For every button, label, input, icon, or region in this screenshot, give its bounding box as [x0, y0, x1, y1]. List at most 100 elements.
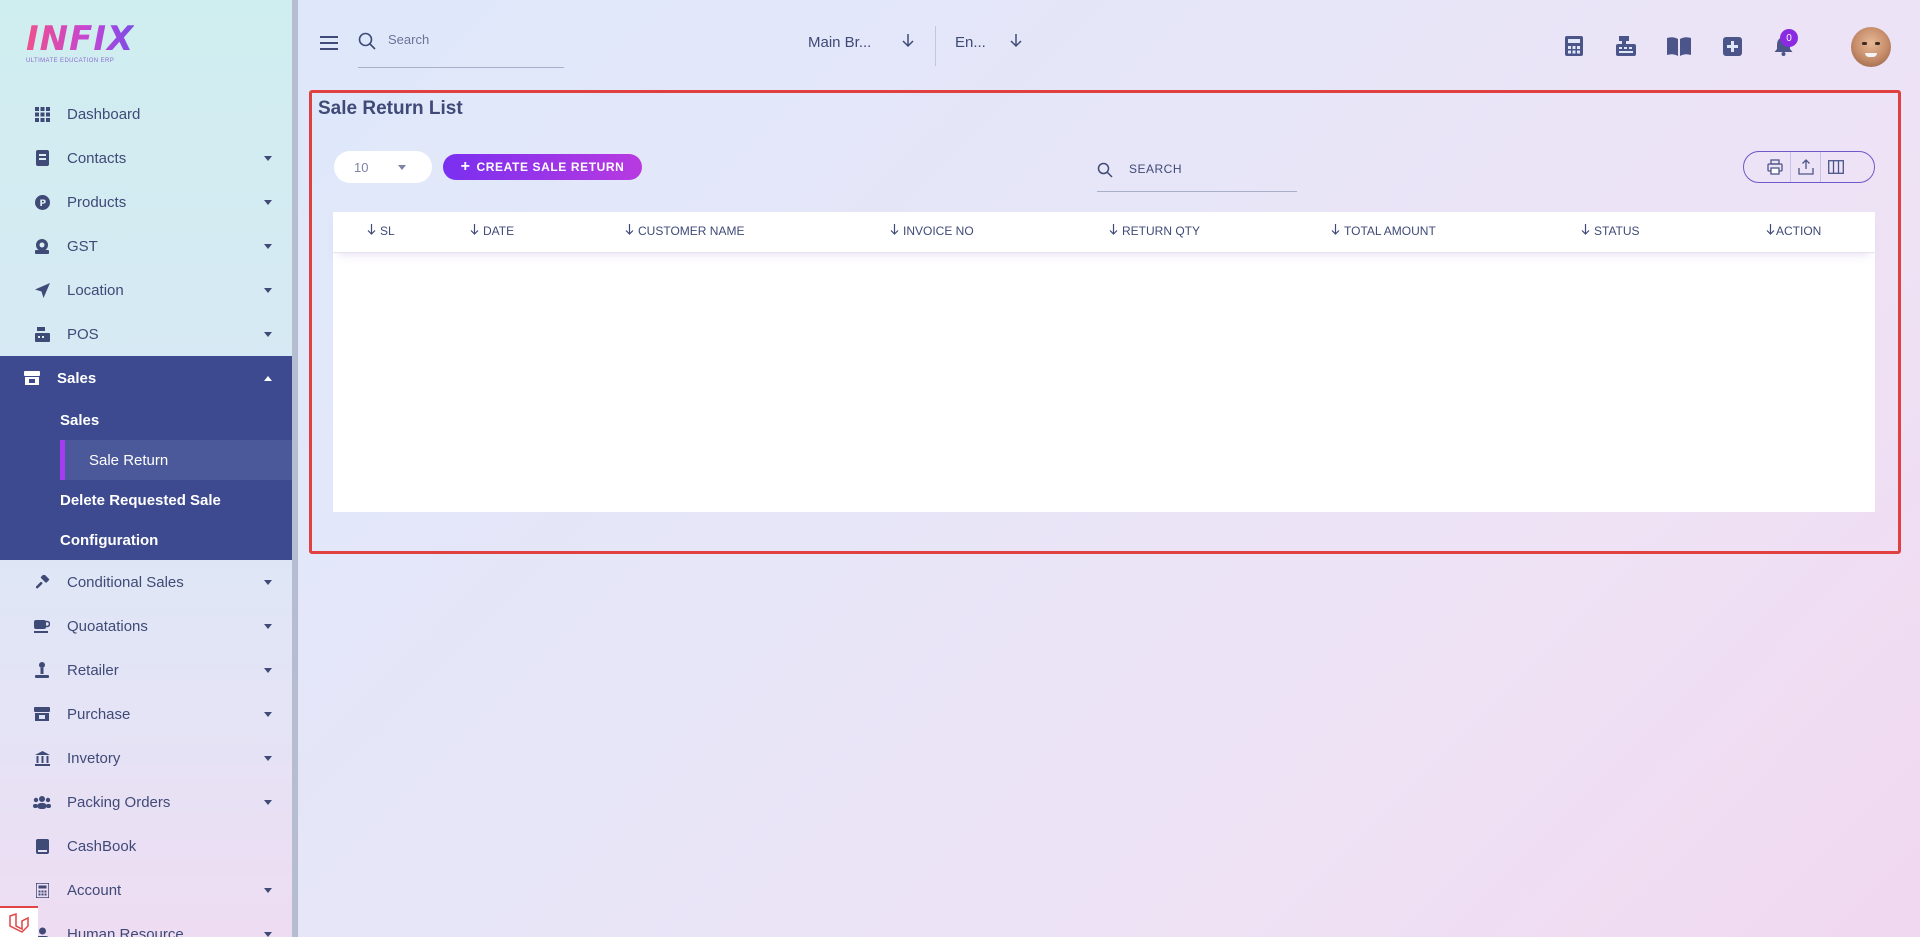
- gavel-icon: [32, 572, 52, 592]
- sidebar-item-label: Human Resource: [67, 925, 184, 937]
- chevron-down-icon: [264, 156, 272, 161]
- export-icon[interactable]: [1790, 152, 1820, 182]
- sidebar-item-contacts[interactable]: Contacts: [0, 136, 294, 180]
- sidebar-item-label: GST: [67, 237, 98, 255]
- column-header-return-qty[interactable]: RETURN QTY: [1109, 224, 1200, 238]
- create-sale-return-label: CREATE SALE RETURN: [476, 160, 625, 174]
- chevron-down-icon: [264, 288, 272, 293]
- gst-icon: [32, 236, 52, 256]
- sidebar-item-purchase[interactable]: Purchase: [0, 692, 294, 736]
- sidebar-subitem-sales[interactable]: Sales: [0, 400, 294, 440]
- sidebar-item-location[interactable]: Location: [0, 268, 294, 312]
- sidebar-item-retailer[interactable]: Retailer: [0, 648, 294, 692]
- laravel-debug-badge[interactable]: [0, 906, 38, 937]
- sidebar-item-conditional-sales[interactable]: Conditional Sales: [0, 560, 294, 604]
- arrow-down-icon: [1581, 224, 1590, 238]
- page-size-select[interactable]: 10: [334, 151, 432, 183]
- search-icon: [358, 32, 376, 55]
- sidebar-subitem-configuration[interactable]: Configuration: [0, 520, 294, 560]
- store-icon: [22, 368, 42, 388]
- arrow-down-icon: [1331, 224, 1340, 238]
- create-sale-return-button[interactable]: + CREATE SALE RETURN: [443, 154, 642, 180]
- sidebar-subitem-sale-return[interactable]: Sale Return: [60, 440, 294, 480]
- avatar[interactable]: [1851, 27, 1891, 67]
- sidebar-item-label: CashBook: [67, 837, 137, 855]
- chevron-down-icon: [264, 756, 272, 761]
- arrow-down-icon[interactable]: [902, 34, 914, 53]
- chevron-up-icon: [264, 376, 272, 381]
- sidebar-scrollbar[interactable]: [292, 0, 298, 937]
- print-icon[interactable]: [1760, 152, 1790, 182]
- location-arrow-icon: [32, 280, 52, 300]
- sidebar-item-human-resource[interactable]: Human Resource: [0, 912, 294, 937]
- sidebar-item-gst[interactable]: GST: [0, 224, 294, 268]
- arrow-down-icon: [1766, 224, 1775, 238]
- top-header: Main Br... En... 0: [298, 0, 1920, 90]
- chevron-down-icon: [264, 668, 272, 673]
- sidebar-item-label: Contacts: [67, 149, 127, 167]
- sidebar-item-cashbook[interactable]: CashBook: [0, 824, 294, 868]
- sidebar-item-label: Conditional Sales: [67, 573, 184, 591]
- column-header-action[interactable]: ACTION: [1766, 224, 1821, 238]
- arrow-down-icon: [890, 224, 899, 238]
- sidebar-group-sales: Sales Sales Sale Return Delete Requested…: [0, 356, 294, 560]
- column-header-status[interactable]: STATUS: [1581, 224, 1640, 238]
- hamburger-menu-icon[interactable]: [320, 36, 338, 54]
- calculator-icon[interactable]: [1562, 34, 1586, 58]
- arrow-down-icon: [367, 224, 376, 238]
- column-header-sl[interactable]: SL: [367, 224, 395, 238]
- open-book-icon[interactable]: [1667, 34, 1691, 58]
- chevron-down-icon: [264, 712, 272, 717]
- page-size-value: 10: [354, 159, 369, 175]
- header-search-input[interactable]: [388, 32, 558, 47]
- column-header-date[interactable]: DATE: [470, 224, 514, 238]
- column-header-customer-name[interactable]: CUSTOMER NAME: [625, 224, 744, 238]
- branch-select[interactable]: Main Br...: [808, 34, 871, 51]
- sale-return-table: SL DATE CUSTOMER NAME INVOICE NO RETURN …: [333, 212, 1875, 512]
- arrow-down-icon[interactable]: [1010, 34, 1022, 53]
- language-select[interactable]: En...: [955, 34, 986, 51]
- sidebar-item-quoatations[interactable]: Quoatations: [0, 604, 294, 648]
- sidebar-item-sales[interactable]: Sales: [0, 356, 294, 400]
- sidebar-item-packing-orders[interactable]: Packing Orders: [0, 780, 294, 824]
- bank-icon: [32, 748, 52, 768]
- sidebar-menu: Dashboard Contacts P Products GST Locati…: [0, 92, 294, 937]
- pos-icon: [32, 324, 52, 344]
- logo[interactable]: INFIX ULTIMATE EDUCATION ERP: [26, 22, 134, 68]
- contacts-icon: [32, 148, 52, 168]
- store-icon: [32, 704, 52, 724]
- chevron-down-icon: [264, 888, 272, 893]
- sidebar-subitem-delete-requested-sale[interactable]: Delete Requested Sale: [0, 480, 294, 520]
- coffee-icon: [32, 616, 52, 636]
- add-square-icon[interactable]: [1720, 34, 1744, 58]
- sidebar-item-products[interactable]: P Products: [0, 180, 294, 224]
- chevron-down-icon: [264, 932, 272, 937]
- calculator-icon: [32, 880, 52, 900]
- sidebar-item-label: Retailer: [67, 661, 119, 679]
- sidebar-item-dashboard[interactable]: Dashboard: [0, 92, 294, 136]
- sidebar-item-label: Account: [67, 881, 122, 899]
- chevron-down-icon: [264, 244, 272, 249]
- chevron-down-icon: [264, 580, 272, 585]
- columns-icon[interactable]: [1820, 152, 1850, 182]
- sidebar-item-pos[interactable]: POS: [0, 312, 294, 356]
- table-search-input[interactable]: [1129, 162, 1289, 176]
- sidebar-item-label: Location: [67, 281, 124, 299]
- chevron-down-icon: [264, 332, 272, 337]
- sidebar-item-account[interactable]: Account: [0, 868, 294, 912]
- table-search: [1097, 160, 1297, 192]
- plus-icon: +: [460, 158, 471, 175]
- chevron-down-icon: [264, 800, 272, 805]
- notification-count-badge: 0: [1780, 29, 1798, 47]
- sidebar-item-label: POS: [67, 325, 99, 343]
- sidebar-item-label: Dashboard: [67, 105, 141, 123]
- sidebar-item-invetory[interactable]: Invetory: [0, 736, 294, 780]
- column-header-invoice-no[interactable]: INVOICE NO: [890, 224, 974, 238]
- svg-text:P: P: [39, 199, 46, 209]
- chevron-down-icon: [264, 624, 272, 629]
- product-icon: P: [32, 192, 52, 212]
- chevron-down-icon: [264, 200, 272, 205]
- sidebar-item-label: Sales: [57, 369, 97, 387]
- column-header-total-amount[interactable]: TOTAL AMOUNT: [1331, 224, 1436, 238]
- cash-register-icon[interactable]: [1614, 34, 1638, 58]
